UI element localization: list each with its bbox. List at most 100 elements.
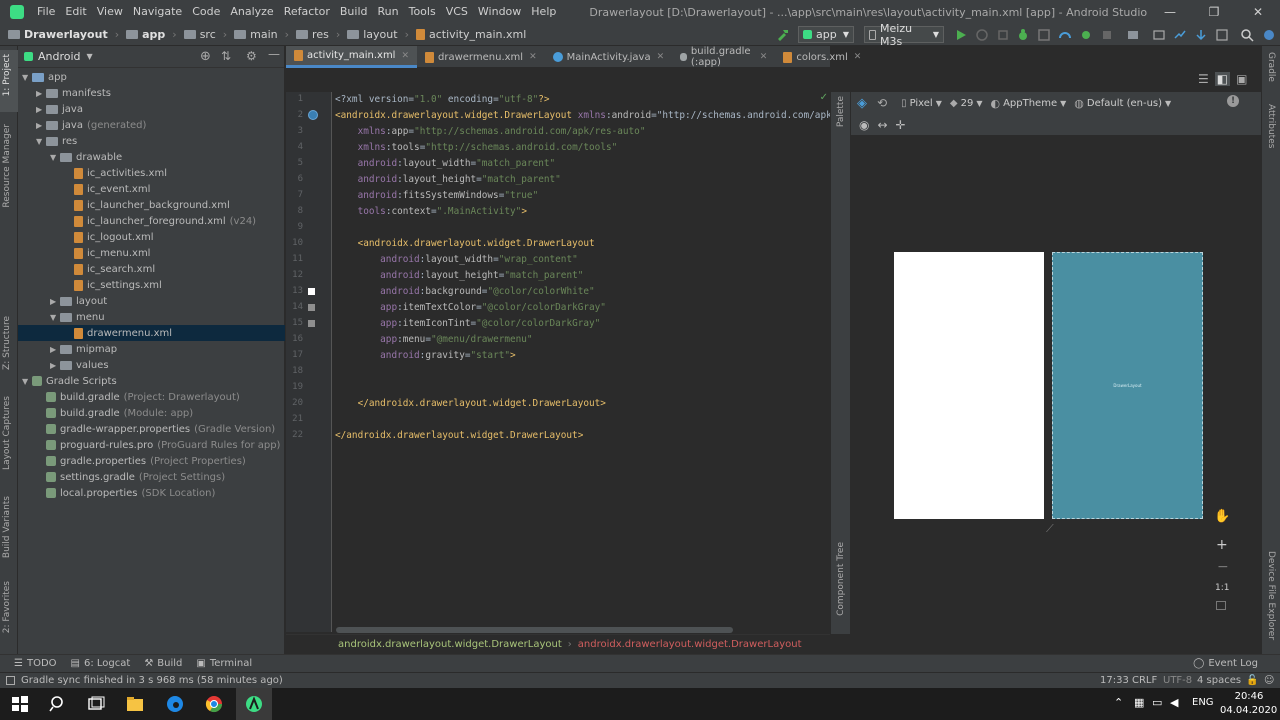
device-select[interactable]: Meizu M3s ▼ [864,22,944,48]
editor-tab[interactable]: MainActivity.java ✕ [545,46,673,68]
api-select[interactable]: 29 [961,98,974,109]
project-view-select[interactable]: Android [38,50,81,63]
input-language[interactable]: ENG [1192,697,1214,708]
zoom-out-icon[interactable]: − [1217,559,1229,575]
menu-edit[interactable]: Edit [60,0,91,24]
tree-file-item[interactable]: ic_settings.xml [18,277,285,293]
todo-tab[interactable]: ☰ TODO [14,658,57,669]
build-variants-tab[interactable]: Build Variants [2,496,12,558]
tree-folder-item[interactable]: ▼ res [18,133,285,149]
profile-icon[interactable] [1058,28,1072,42]
indent-setting[interactable]: 4 spaces [1197,675,1241,686]
tree-file-item[interactable]: drawermenu.xml [18,325,285,341]
xml-crumb-parent[interactable]: androidx.drawerlayout.widget.DrawerLayou… [338,639,562,650]
network-icon[interactable]: ▦ [1134,696,1144,709]
eye-icon[interactable]: ◉ [859,118,869,132]
project-structure-icon[interactable] [1126,28,1140,42]
menu-refactor[interactable]: Refactor [279,0,335,24]
chevron-down-icon[interactable]: ▼ [976,99,982,108]
search-icon[interactable] [48,694,68,714]
close-tab-icon[interactable]: ✕ [854,52,862,62]
attach-debugger-icon[interactable] [1079,28,1093,42]
chevron-right-icon[interactable]: ▶ [50,345,60,354]
tree-file-item[interactable]: ic_search.xml [18,261,285,277]
close-icon[interactable]: ✕ [1236,0,1280,24]
favorites-tab[interactable]: 2: Favorites [2,581,12,633]
tree-folder-item[interactable]: ▶ layout [18,293,285,309]
zoom-actual-size[interactable]: 1:1 [1215,583,1229,593]
tree-folder-item[interactable]: ▼ drawable [18,149,285,165]
crumb-file[interactable]: activity_main.xml [412,28,530,41]
task-view-icon[interactable] [86,694,106,714]
assistant-icon[interactable] [1262,28,1276,42]
sync-gradle-icon[interactable] [1173,28,1187,42]
crumb-res[interactable]: res [292,28,333,41]
color-white-swatch[interactable] [308,288,315,295]
chevron-right-icon[interactable]: ▶ [50,361,60,370]
chevron-right-icon[interactable]: ▶ [36,121,46,130]
chevron-down-icon[interactable]: ▼ [36,137,46,146]
layout-captures-tab[interactable]: Layout Captures [2,396,12,470]
project-tool-tab[interactable]: 1: Project [2,54,12,96]
tree-file-item[interactable]: ic_activities.xml [18,165,285,181]
palette-tab[interactable]: Palette [836,96,846,127]
crumb-src[interactable]: src [180,28,220,41]
tree-file-item[interactable]: gradle-wrapper.properties (Gradle Version… [18,421,285,437]
crumb-layout[interactable]: layout [343,28,401,41]
tree-folder-item[interactable]: ▶ java [18,101,285,117]
avd-manager-icon[interactable] [1152,28,1166,42]
component-tree-tab[interactable]: Component Tree [836,542,846,616]
build-tab[interactable]: ⚒ Build [144,658,182,669]
line-separator[interactable]: CRLF [1132,675,1157,686]
theme-select[interactable]: AppTheme [1003,98,1057,109]
tree-file-item[interactable]: settings.gradle (Project Settings) [18,469,285,485]
inspector-icon[interactable]: ☺ [1264,675,1274,686]
menu-window[interactable]: Window [473,0,526,24]
vertical-spacing-icon[interactable]: ✛ [896,118,906,132]
menu-run[interactable]: Run [373,0,404,24]
crumb-project[interactable]: Drawerlayout [0,28,112,41]
tree-file-item[interactable]: build.gradle (Project: Drawerlayout) [18,389,285,405]
zoom-fit-icon[interactable] [1216,601,1226,610]
tree-file-item[interactable]: ic_launcher_background.xml [18,197,285,213]
device-file-explorer-tab[interactable]: Device File Explorer [1266,551,1276,640]
layers-icon[interactable]: ◈ [857,96,867,111]
tree-folder-item[interactable]: ▼ Gradle Scripts [18,373,285,389]
debug-icon[interactable] [1016,28,1030,42]
event-log-tab[interactable]: ◯ Event Log [1193,658,1258,669]
orientation-icon[interactable]: ⟲ [877,96,887,110]
file-explorer-icon[interactable] [125,694,145,714]
stop-icon[interactable] [1100,28,1114,42]
attributes-tab[interactable]: Attributes [1266,104,1276,148]
chevron-right-icon[interactable]: ▶ [36,89,46,98]
resource-manager-tab[interactable]: Resource Manager [2,124,12,208]
menu-analyze[interactable]: Analyze [225,0,278,24]
horizontal-scrollbar[interactable] [336,627,733,633]
maximize-icon[interactable]: ❐ [1192,0,1236,24]
crumb-app[interactable]: app [122,28,169,41]
sdk-manager-icon[interactable] [1194,28,1208,42]
code-editor[interactable]: ✓ <?xml version="1.0" encoding="utf-8"?>… [333,92,830,632]
status-toggle-icon[interactable] [6,676,15,685]
tree-file-item[interactable]: local.properties (SDK Location) [18,485,285,501]
android-studio-taskbar-icon[interactable] [244,694,264,714]
logcat-tab[interactable]: ▤ 6: Logcat [71,658,131,669]
info-icon[interactable]: ! [1227,95,1239,107]
locale-select[interactable]: Default (en-us) [1087,98,1162,109]
tree-folder-item[interactable]: ▼ menu [18,309,285,325]
menu-help[interactable]: Help [526,0,561,24]
menu-navigate[interactable]: Navigate [128,0,187,24]
horizontal-spacing-icon[interactable]: ↔ [877,118,887,132]
battery-icon[interactable]: ▭ [1152,696,1162,709]
chevron-down-icon[interactable]: ▼ [1060,99,1066,108]
menu-file[interactable]: File [32,0,60,24]
clock-time[interactable]: 20:46 [1226,691,1272,702]
hammer-icon[interactable] [776,28,790,42]
design-preview-blueprint[interactable] [894,252,1044,519]
locate-icon[interactable]: ⊕ [200,49,211,64]
tree-folder-item[interactable]: ▶ manifests [18,85,285,101]
tree-file-item[interactable]: proguard-rules.pro (ProGuard Rules for ap… [18,437,285,453]
design-view-icon[interactable]: ▣ [1236,72,1247,86]
tree-folder-item[interactable]: ▼ app [18,69,285,85]
edge-browser-icon[interactable] [165,694,185,714]
